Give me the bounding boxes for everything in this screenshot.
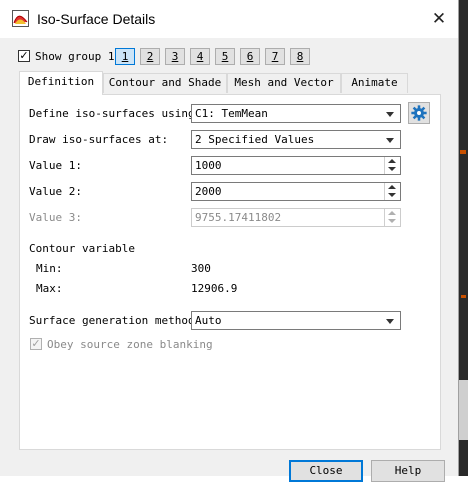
draw-label: Draw iso-surfaces at: bbox=[29, 133, 169, 146]
spin-up-icon bbox=[388, 211, 396, 215]
surface-method-label: Surface generation method: bbox=[29, 314, 202, 327]
viewport-mark bbox=[461, 295, 466, 298]
gear-button[interactable] bbox=[408, 102, 430, 124]
contour-variable-heading: Contour variable bbox=[29, 242, 135, 255]
title-bar: Iso-Surface Details ✕ bbox=[0, 0, 458, 38]
value-2-stepper[interactable] bbox=[384, 183, 400, 200]
define-variable-select[interactable]: C1: TemMean bbox=[191, 104, 401, 123]
spin-down-icon[interactable] bbox=[388, 193, 396, 197]
define-variable-value: C1: TemMean bbox=[195, 107, 268, 120]
value-2-text: 2000 bbox=[195, 185, 222, 198]
group-button-8[interactable]: 8 bbox=[290, 48, 310, 65]
group-button-6[interactable]: 6 bbox=[240, 48, 260, 65]
group-button-1[interactable]: 1 bbox=[115, 48, 135, 65]
viewport-mark bbox=[460, 150, 466, 154]
spin-up-icon[interactable] bbox=[388, 159, 396, 163]
help-button[interactable]: Help bbox=[371, 460, 445, 482]
value-1-stepper[interactable] bbox=[384, 157, 400, 174]
obey-blanking-label: Obey source zone blanking bbox=[47, 338, 213, 351]
viewport-region bbox=[458, 380, 468, 440]
value-2-label: Value 2: bbox=[29, 185, 82, 198]
value-1-text: 1000 bbox=[195, 159, 222, 172]
gear-icon bbox=[411, 105, 427, 121]
max-label: Max: bbox=[36, 282, 63, 295]
draw-mode-value: 2 Specified Values bbox=[195, 133, 315, 146]
value-3-stepper bbox=[384, 209, 400, 226]
min-label: Min: bbox=[36, 262, 63, 275]
chevron-down-icon bbox=[386, 112, 394, 117]
surface-method-select[interactable]: Auto bbox=[191, 311, 401, 330]
value-1-input[interactable]: 1000 bbox=[191, 156, 401, 175]
close-button[interactable]: Close bbox=[289, 460, 363, 482]
chevron-down-icon bbox=[386, 138, 394, 143]
spin-down-icon bbox=[388, 219, 396, 223]
group-button-5[interactable]: 5 bbox=[215, 48, 235, 65]
define-label: Define iso-surfaces using: bbox=[29, 107, 202, 120]
draw-mode-select[interactable]: 2 Specified Values bbox=[191, 130, 401, 149]
show-group-checkbox[interactable]: ✓ bbox=[18, 50, 30, 62]
window-title: Iso-Surface Details bbox=[37, 11, 156, 27]
value-3-text: 9755.17411802 bbox=[195, 211, 282, 224]
obey-blanking-checkbox: ✓ bbox=[30, 337, 42, 350]
value-2-input[interactable]: 2000 bbox=[191, 182, 401, 201]
value-3-label: Value 3: bbox=[29, 211, 82, 224]
chevron-down-icon bbox=[386, 319, 394, 324]
spin-down-icon[interactable] bbox=[388, 167, 396, 171]
group-button-3[interactable]: 3 bbox=[165, 48, 185, 65]
value-1-label: Value 1: bbox=[29, 159, 82, 172]
background-viewport bbox=[458, 0, 468, 476]
tab-animate[interactable]: Animate bbox=[341, 73, 408, 93]
tab-definition[interactable]: Definition bbox=[19, 71, 103, 95]
iso-surface-app-icon bbox=[12, 10, 29, 27]
close-icon[interactable]: ✕ bbox=[428, 8, 450, 30]
group-button-2[interactable]: 2 bbox=[140, 48, 160, 65]
min-value: 300 bbox=[191, 262, 211, 275]
value-3-input: 9755.17411802 bbox=[191, 208, 401, 227]
tab-contour-and-shade[interactable]: Contour and Shade bbox=[103, 73, 227, 93]
max-value: 12906.9 bbox=[191, 282, 238, 295]
show-group-label: Show group 1 bbox=[35, 50, 115, 63]
group-button-4[interactable]: 4 bbox=[190, 48, 210, 65]
tab-mesh-and-vector[interactable]: Mesh and Vector bbox=[227, 73, 341, 93]
surface-method-value: Auto bbox=[195, 314, 222, 327]
group-button-7[interactable]: 7 bbox=[265, 48, 285, 65]
iso-surface-dialog: Iso-Surface Details ✕ ✓ Show group 1 1 2… bbox=[0, 0, 459, 482]
spin-up-icon[interactable] bbox=[388, 185, 396, 189]
